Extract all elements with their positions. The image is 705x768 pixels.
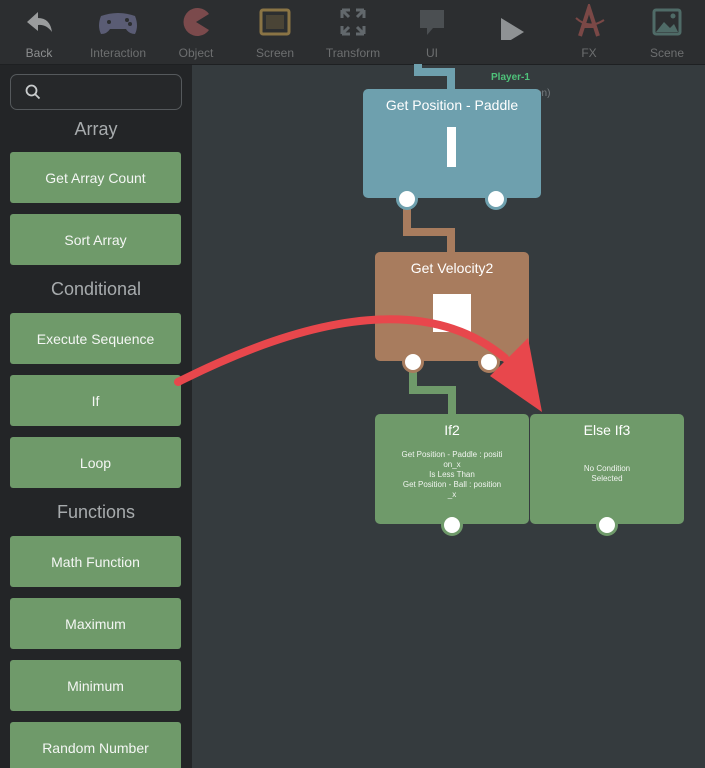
annotation-arrow xyxy=(174,315,542,412)
arrow-line xyxy=(174,315,509,386)
